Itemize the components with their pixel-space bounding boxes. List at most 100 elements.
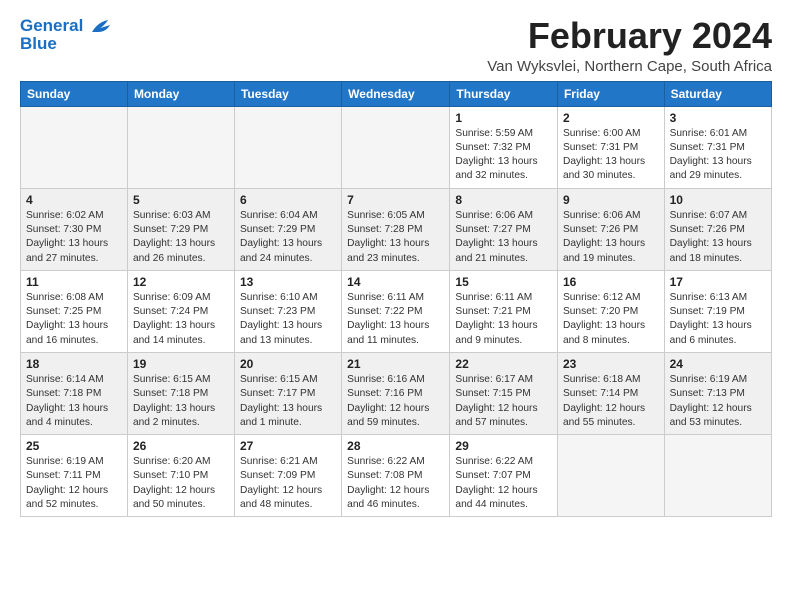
calendar-cell: 4 Sunrise: 6:02 AM Sunset: 7:30 PM Daylig…	[21, 188, 128, 270]
day-info: Sunrise: 6:07 AM Sunset: 7:26 PM Dayligh…	[670, 209, 766, 266]
calendar-cell	[21, 106, 128, 188]
calendar-week-row: 11 Sunrise: 6:08 AM Sunset: 7:25 PM Dayli…	[21, 270, 772, 352]
day-number: 7	[347, 193, 444, 207]
calendar-cell: 29 Sunrise: 6:22 AM Sunset: 7:07 PM Dayli…	[450, 435, 558, 517]
logo-bird-icon	[90, 18, 112, 36]
header-sunday: Sunday	[21, 81, 128, 106]
day-number: 11	[26, 275, 122, 289]
calendar-cell: 7 Sunrise: 6:05 AM Sunset: 7:28 PM Daylig…	[342, 188, 450, 270]
day-number: 4	[26, 193, 122, 207]
day-number: 19	[133, 357, 229, 371]
day-number: 3	[670, 111, 766, 125]
calendar-cell: 11 Sunrise: 6:08 AM Sunset: 7:25 PM Dayli…	[21, 270, 128, 352]
calendar-cell: 19Sunrise: 6:15 AM Sunset: 7:18 PM Dayli…	[127, 352, 234, 434]
calendar-week-row: 25 Sunrise: 6:19 AM Sunset: 7:11 PM Dayli…	[21, 435, 772, 517]
calendar-week-row: 4 Sunrise: 6:02 AM Sunset: 7:30 PM Daylig…	[21, 188, 772, 270]
day-info: Sunrise: 6:02 AM Sunset: 7:30 PM Dayligh…	[26, 209, 122, 266]
header-monday: Monday	[127, 81, 234, 106]
day-number: 28	[347, 439, 444, 453]
day-info: Sunrise: 6:05 AM Sunset: 7:28 PM Dayligh…	[347, 209, 444, 266]
calendar-cell: 22Sunrise: 6:17 AM Sunset: 7:15 PM Dayli…	[450, 352, 558, 434]
calendar-cell: 27 Sunrise: 6:21 AM Sunset: 7:09 PM Dayli…	[234, 435, 341, 517]
calendar-cell: 1 Sunrise: 5:59 AM Sunset: 7:32 PM Daylig…	[450, 106, 558, 188]
day-info: Sunrise: 5:59 AM Sunset: 7:32 PM Dayligh…	[455, 127, 552, 184]
calendar-cell: 5 Sunrise: 6:03 AM Sunset: 7:29 PM Daylig…	[127, 188, 234, 270]
day-info: Sunrise: 6:16 AM Sunset: 7:16 PM Dayligh…	[347, 373, 444, 430]
page: General Blue February 2024 Van Wyksvlei,…	[0, 0, 792, 527]
day-number: 16	[563, 275, 659, 289]
day-info: Sunrise: 6:21 AM Sunset: 7:09 PM Dayligh…	[240, 455, 336, 512]
day-info: Sunrise: 6:19 AM Sunset: 7:13 PM Dayligh…	[670, 373, 766, 430]
calendar-cell: 13 Sunrise: 6:10 AM Sunset: 7:23 PM Dayli…	[234, 270, 341, 352]
day-number: 9	[563, 193, 659, 207]
day-info: Sunrise: 6:15 AM Sunset: 7:17 PM Dayligh…	[240, 373, 336, 430]
day-number: 13	[240, 275, 336, 289]
day-number: 18	[26, 357, 122, 371]
day-info: Sunrise: 6:08 AM Sunset: 7:25 PM Dayligh…	[26, 291, 122, 348]
calendar-cell: 17 Sunrise: 6:13 AM Sunset: 7:19 PM Dayli…	[664, 270, 771, 352]
calendar-cell: 6 Sunrise: 6:04 AM Sunset: 7:29 PM Daylig…	[234, 188, 341, 270]
day-number: 24	[670, 357, 766, 371]
calendar-header-row: Sunday Monday Tuesday Wednesday Thursday…	[21, 81, 772, 106]
header-thursday: Thursday	[450, 81, 558, 106]
title-block: February 2024 Van Wyksvlei, Northern Cap…	[487, 16, 772, 75]
day-number: 1	[455, 111, 552, 125]
day-info: Sunrise: 6:13 AM Sunset: 7:19 PM Dayligh…	[670, 291, 766, 348]
day-info: Sunrise: 6:00 AM Sunset: 7:31 PM Dayligh…	[563, 127, 659, 184]
calendar-cell: 9 Sunrise: 6:06 AM Sunset: 7:26 PM Daylig…	[557, 188, 664, 270]
calendar-cell: 18 Sunrise: 6:14 AM Sunset: 7:18 PM Dayli…	[21, 352, 128, 434]
title-location: Van Wyksvlei, Northern Cape, South Afric…	[487, 58, 772, 75]
calendar-cell	[557, 435, 664, 517]
logo-blue: Blue	[20, 34, 57, 54]
calendar-cell: 15Sunrise: 6:11 AM Sunset: 7:21 PM Dayli…	[450, 270, 558, 352]
header-saturday: Saturday	[664, 81, 771, 106]
day-number: 25	[26, 439, 122, 453]
calendar-week-row: 18 Sunrise: 6:14 AM Sunset: 7:18 PM Dayli…	[21, 352, 772, 434]
calendar-cell: 23 Sunrise: 6:18 AM Sunset: 7:14 PM Dayli…	[557, 352, 664, 434]
day-info: Sunrise: 6:20 AM Sunset: 7:10 PM Dayligh…	[133, 455, 229, 512]
calendar-cell: 14Sunrise: 6:11 AM Sunset: 7:22 PM Dayli…	[342, 270, 450, 352]
day-number: 8	[455, 193, 552, 207]
day-info: Sunrise: 6:19 AM Sunset: 7:11 PM Dayligh…	[26, 455, 122, 512]
calendar-table: Sunday Monday Tuesday Wednesday Thursday…	[20, 81, 772, 518]
calendar-cell	[664, 435, 771, 517]
calendar-cell: 12 Sunrise: 6:09 AM Sunset: 7:24 PM Dayli…	[127, 270, 234, 352]
day-info: Sunrise: 6:06 AM Sunset: 7:27 PM Dayligh…	[455, 209, 552, 266]
calendar-cell: 2 Sunrise: 6:00 AM Sunset: 7:31 PM Daylig…	[557, 106, 664, 188]
day-number: 17	[670, 275, 766, 289]
day-info: Sunrise: 6:22 AM Sunset: 7:07 PM Dayligh…	[455, 455, 552, 512]
day-number: 6	[240, 193, 336, 207]
header: General Blue February 2024 Van Wyksvlei,…	[20, 16, 772, 75]
title-month: February 2024	[487, 16, 772, 56]
day-number: 20	[240, 357, 336, 371]
calendar-cell: 20 Sunrise: 6:15 AM Sunset: 7:17 PM Dayli…	[234, 352, 341, 434]
day-number: 27	[240, 439, 336, 453]
day-info: Sunrise: 6:09 AM Sunset: 7:24 PM Dayligh…	[133, 291, 229, 348]
calendar-cell: 25 Sunrise: 6:19 AM Sunset: 7:11 PM Dayli…	[21, 435, 128, 517]
logo-general: General	[20, 16, 83, 35]
day-number: 2	[563, 111, 659, 125]
day-number: 14	[347, 275, 444, 289]
day-number: 15	[455, 275, 552, 289]
day-info: Sunrise: 6:18 AM Sunset: 7:14 PM Dayligh…	[563, 373, 659, 430]
day-info: Sunrise: 6:10 AM Sunset: 7:23 PM Dayligh…	[240, 291, 336, 348]
calendar-cell: 16 Sunrise: 6:12 AM Sunset: 7:20 PM Dayli…	[557, 270, 664, 352]
day-info: Sunrise: 6:03 AM Sunset: 7:29 PM Dayligh…	[133, 209, 229, 266]
day-info: Sunrise: 6:04 AM Sunset: 7:29 PM Dayligh…	[240, 209, 336, 266]
day-info: Sunrise: 6:01 AM Sunset: 7:31 PM Dayligh…	[670, 127, 766, 184]
calendar-cell: 10 Sunrise: 6:07 AM Sunset: 7:26 PM Dayli…	[664, 188, 771, 270]
day-info: Sunrise: 6:12 AM Sunset: 7:20 PM Dayligh…	[563, 291, 659, 348]
day-number: 29	[455, 439, 552, 453]
calendar-cell	[127, 106, 234, 188]
calendar-cell	[234, 106, 341, 188]
calendar-cell: 24 Sunrise: 6:19 AM Sunset: 7:13 PM Dayli…	[664, 352, 771, 434]
day-info: Sunrise: 6:22 AM Sunset: 7:08 PM Dayligh…	[347, 455, 444, 512]
day-number: 23	[563, 357, 659, 371]
calendar-cell: 26Sunrise: 6:20 AM Sunset: 7:10 PM Dayli…	[127, 435, 234, 517]
day-number: 5	[133, 193, 229, 207]
header-wednesday: Wednesday	[342, 81, 450, 106]
day-number: 12	[133, 275, 229, 289]
day-info: Sunrise: 6:06 AM Sunset: 7:26 PM Dayligh…	[563, 209, 659, 266]
day-info: Sunrise: 6:14 AM Sunset: 7:18 PM Dayligh…	[26, 373, 122, 430]
day-number: 10	[670, 193, 766, 207]
